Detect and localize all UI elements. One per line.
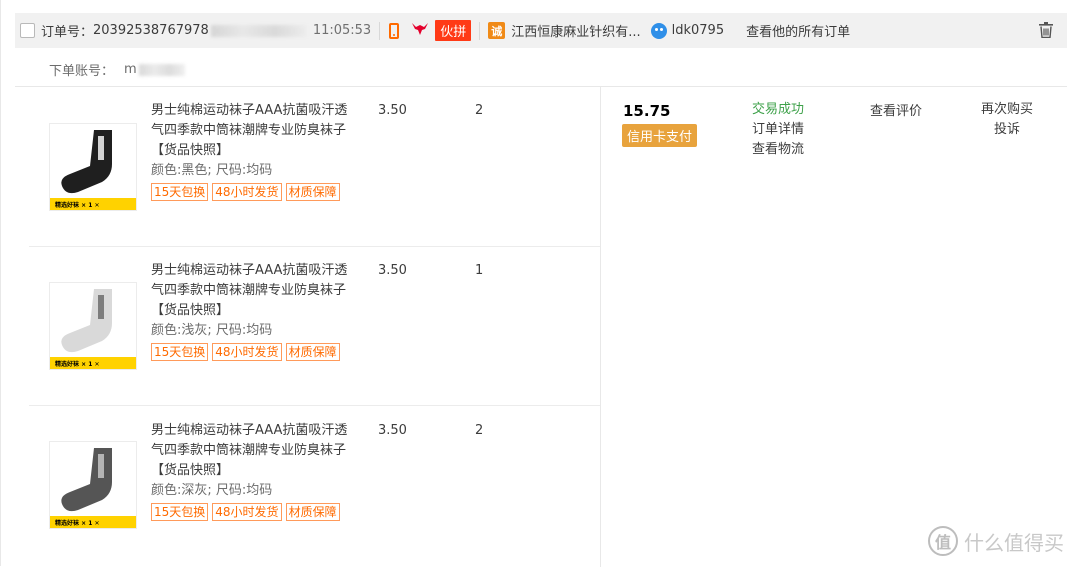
mobile-icon	[389, 22, 400, 39]
order-account: 下单账号： m	[49, 60, 185, 79]
product-sku: 颜色:黑色; 尺码:均码	[151, 163, 273, 178]
promo-band-text: 精选好袜 × 1 ✕	[55, 202, 100, 209]
rebuy-link[interactable]: 再次购买	[979, 100, 1035, 120]
divider	[379, 21, 381, 40]
row-divider	[29, 405, 600, 406]
divider	[479, 21, 481, 40]
order-items-table: 精选好袜 × 1 ✕ 男士纯棉运动袜子AAA抗菌吸汗透气四季款中筒袜潮牌专业防臭…	[15, 86, 1067, 567]
promo-band: 精选好袜 × 1 ✕	[50, 198, 136, 210]
order-item: 精选好袜 × 1 ✕ 男士纯棉运动袜子AAA抗菌吸汗透气四季款中筒袜潮牌专业防臭…	[15, 407, 600, 567]
product-sku: 颜色:浅灰; 尺码:均码	[151, 323, 273, 338]
order-item: 精选好袜 × 1 ✕ 男士纯棉运动袜子AAA抗菌吸汗透气四季款中筒袜潮牌专业防臭…	[15, 87, 600, 247]
chat-icon[interactable]	[650, 22, 667, 39]
tag-material[interactable]: 材质保障	[285, 183, 340, 201]
product-title-link[interactable]: 男士纯棉运动袜子AAA抗菌吸汗透气四季款中筒袜潮牌专业防臭袜子 【货品快照】	[151, 101, 351, 161]
order-detail-link[interactable]: 订单详情	[752, 120, 804, 140]
order-header: 订单号： 20392538767978 11:05:53 伙拼 诚 江西恒康麻业…	[15, 13, 1067, 48]
tag-material[interactable]: 材质保障	[285, 503, 340, 521]
snapshot-link[interactable]: 【货品快照】	[151, 303, 229, 318]
tag-shipping[interactable]: 48小时发货	[212, 343, 282, 361]
quantity: 2	[475, 423, 484, 438]
product-title-link[interactable]: 男士纯棉运动袜子AAA抗菌吸汗透气四季款中筒袜潮牌专业防臭袜子 【货品快照】	[151, 421, 351, 481]
column-divider	[600, 87, 601, 567]
snapshot-link[interactable]: 【货品快照】	[151, 463, 229, 478]
product-desc: 男士纯棉运动袜子AAA抗菌吸汗透气四季款中筒袜潮牌专业防臭袜子 【货品快照】 颜…	[151, 261, 351, 361]
view-review-link[interactable]: 查看评价	[870, 100, 922, 119]
promo-band-text: 精选好袜 × 1 ✕	[55, 361, 100, 368]
redacted-account	[138, 63, 185, 76]
payment-method-badge: 信用卡支付	[622, 124, 698, 147]
tag-exchange[interactable]: 15天包换	[151, 503, 209, 521]
sock-image-icon	[61, 448, 112, 512]
shop-badge-icon: 诚	[488, 22, 506, 39]
trade-status: 交易成功	[752, 102, 805, 117]
snapshot-link[interactable]: 【货品快照】	[151, 143, 229, 158]
view-logistics-link[interactable]: 查看物流	[752, 140, 804, 160]
unit-price: 3.50	[378, 103, 407, 118]
trash-icon[interactable]	[1039, 22, 1053, 38]
product-thumbnail[interactable]: 精选好袜 × 1 ✕	[49, 441, 137, 529]
promo-band: 精选好袜 × 1 ✕	[50, 516, 136, 528]
unit-price: 3.50	[378, 423, 407, 438]
tag-exchange[interactable]: 15天包换	[151, 183, 209, 201]
order-checkbox[interactable]	[20, 23, 35, 38]
seller-name-link[interactable]: ldk0795	[672, 23, 724, 38]
account-value: m	[124, 62, 137, 77]
order-card: 订单号： 20392538767978 11:05:53 伙拼 诚 江西恒康麻业…	[0, 0, 1080, 567]
order-item: 精选好袜 × 1 ✕ 男士纯棉运动袜子AAA抗菌吸汗透气四季款中筒袜潮牌专业防臭…	[15, 247, 600, 407]
tag-shipping[interactable]: 48小时发货	[212, 183, 282, 201]
site-watermark: 值 什么值得买	[928, 526, 1064, 556]
promo-band-text: 精选好袜 × 1 ✕	[55, 520, 100, 527]
order-number-label: 订单号：	[41, 25, 94, 40]
tag-exchange[interactable]: 15天包换	[151, 343, 209, 361]
quantity: 2	[475, 103, 484, 118]
redacted-order-suffix	[210, 24, 307, 37]
order-time: 11:05:53	[312, 23, 372, 38]
order-total: 15.75	[623, 102, 671, 120]
promo-band: 精选好袜 × 1 ✕	[50, 357, 136, 369]
product-thumbnail[interactable]: 精选好袜 × 1 ✕	[49, 282, 137, 370]
bull-logo-icon	[411, 22, 429, 39]
product-desc: 男士纯棉运动袜子AAA抗菌吸汗透气四季款中筒袜潮牌专业防臭袜子 【货品快照】 颜…	[151, 421, 351, 521]
watermark-text: 什么值得买	[964, 530, 1064, 555]
product-thumbnail[interactable]: 精选好袜 × 1 ✕	[49, 123, 137, 211]
sock-image-icon	[61, 130, 112, 194]
product-title-link[interactable]: 男士纯棉运动袜子AAA抗菌吸汗透气四季款中筒袜潮牌专业防臭袜子 【货品快照】	[151, 261, 351, 321]
sock-image-icon	[61, 289, 112, 353]
shop-name-link[interactable]: 江西恒康麻业针织有...	[511, 21, 640, 40]
account-label: 下单账号：	[49, 64, 115, 79]
group-buy-badge: 伙拼	[435, 20, 472, 41]
order-status: 交易成功 订单详情 查看物流	[752, 100, 804, 160]
product-sku: 颜色:深灰; 尺码:均码	[151, 483, 273, 498]
view-all-orders-link[interactable]: 查看他的所有订单	[746, 21, 850, 40]
tag-shipping[interactable]: 48小时发货	[212, 503, 282, 521]
product-desc: 男士纯棉运动袜子AAA抗菌吸汗透气四季款中筒袜潮牌专业防臭袜子 【货品快照】 颜…	[151, 101, 351, 201]
order-actions: 再次购买 投诉	[979, 100, 1035, 140]
order-number: 20392538767978	[93, 23, 209, 38]
complain-link[interactable]: 投诉	[979, 120, 1035, 140]
unit-price: 3.50	[378, 263, 407, 278]
tag-material[interactable]: 材质保障	[285, 343, 340, 361]
quantity: 1	[475, 263, 484, 278]
watermark-logo-icon: 值	[928, 526, 958, 556]
